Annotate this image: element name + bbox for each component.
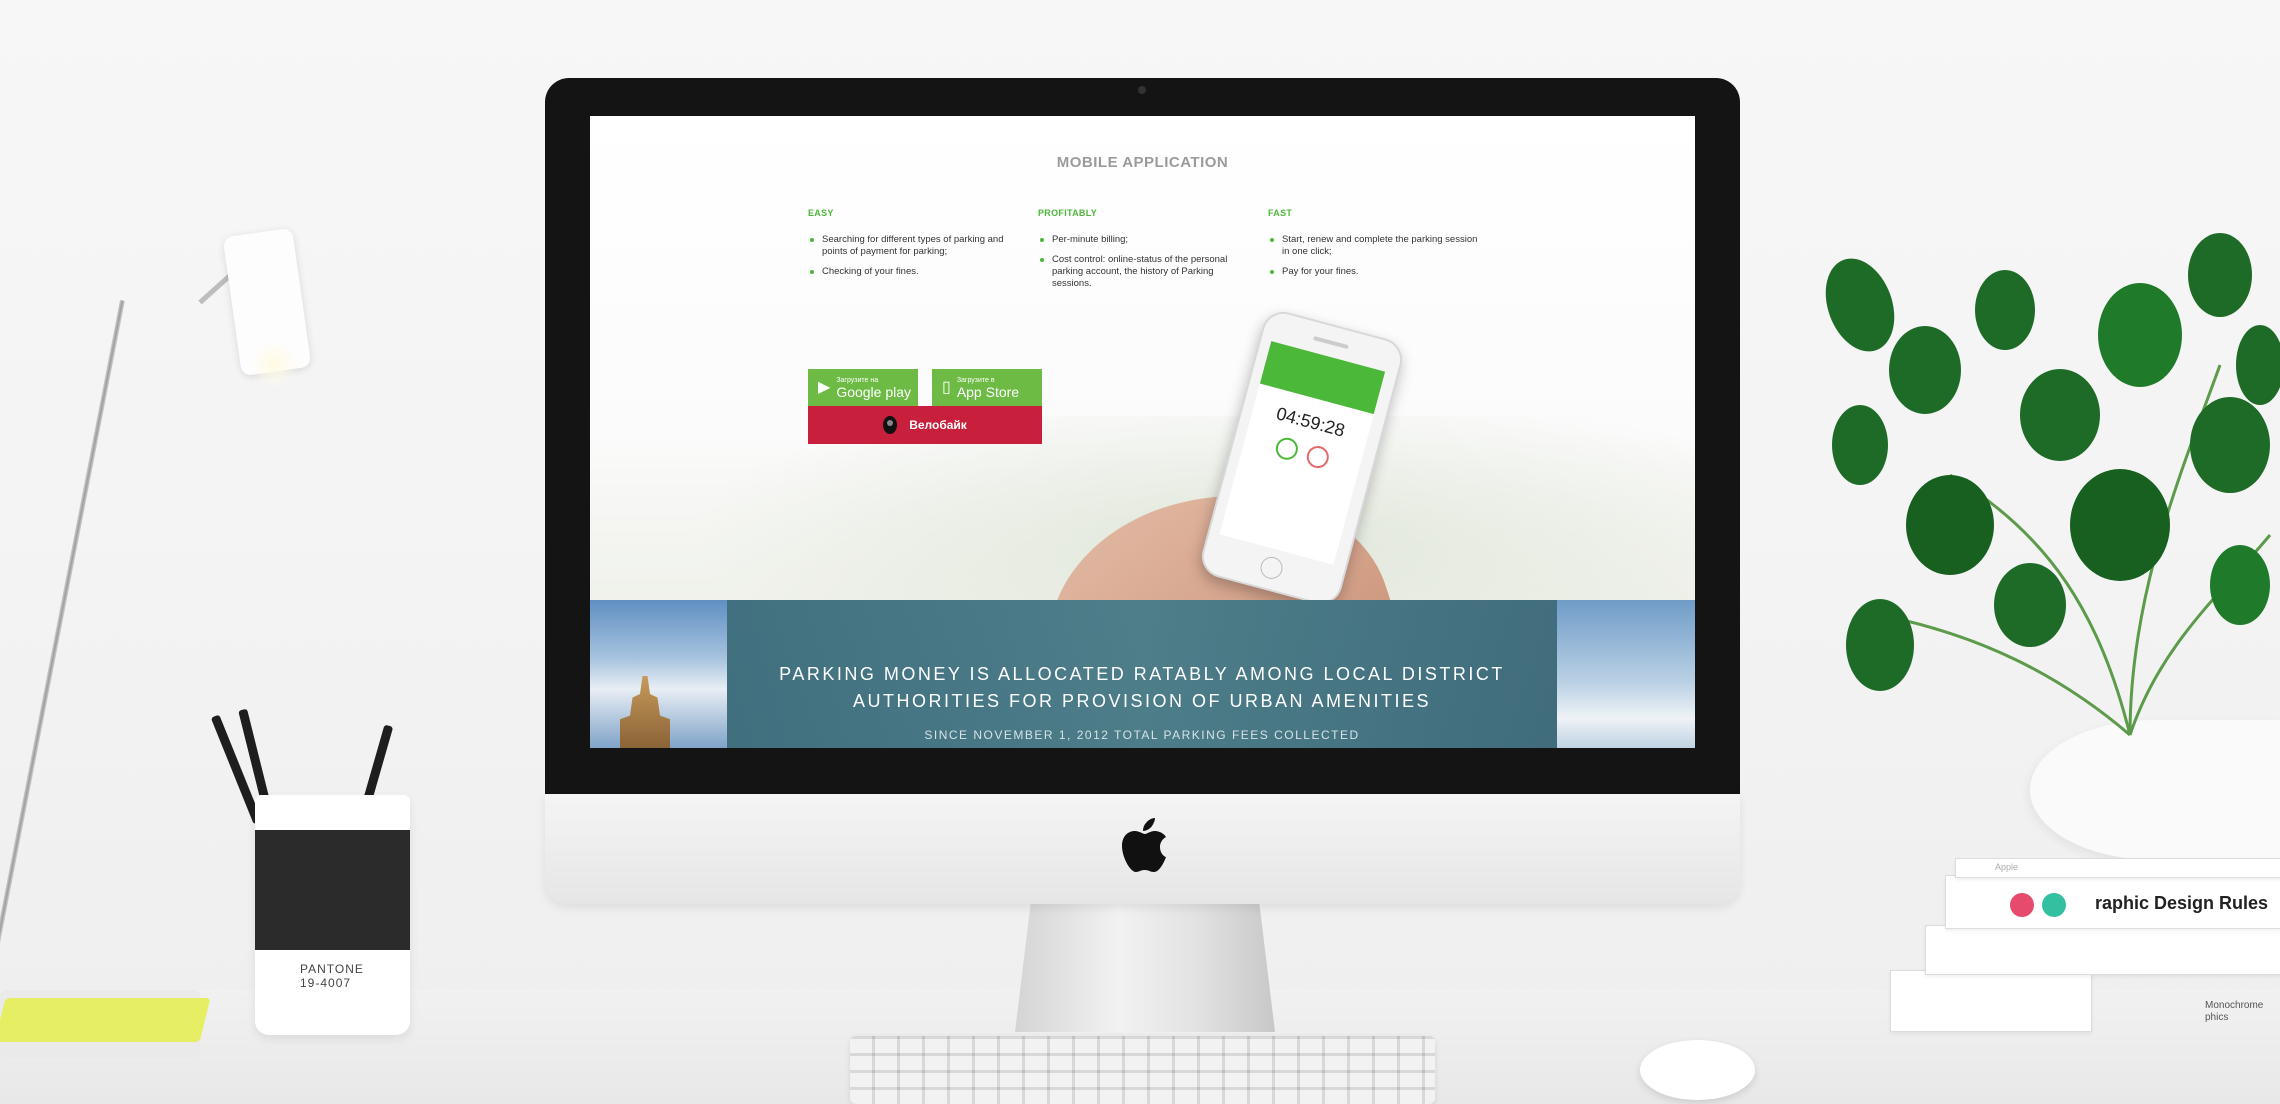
potted-plant (1825, 233, 2280, 737)
banner-subtitle: SINCE NOVEMBER 1, 2012 TOTAL PARKING FEE… (924, 728, 1360, 742)
app-store-icon: ▯ (942, 379, 951, 396)
stop-button-icon (1304, 443, 1332, 471)
imac-stand (1015, 904, 1275, 1032)
column-heading: FAST (1268, 208, 1293, 218)
camera-icon (1138, 86, 1146, 94)
lamp-light (250, 340, 298, 388)
section-title: MOBILE APPLICATION (1056, 154, 1229, 171)
renew-button-icon (1273, 435, 1301, 463)
velobike-button[interactable]: Велобайк (808, 406, 1042, 444)
banner-title-line: AUTHORITIES FOR PROVISION OF URBAN AMENI… (852, 691, 1432, 711)
cup-brand: PANTONE (300, 962, 364, 976)
lamp-pole (0, 300, 125, 989)
app-store-button[interactable]: ▯ Загрузите в App Store (932, 369, 1042, 407)
apple-logo-icon (1120, 818, 1170, 884)
app-store-label: App Store (956, 383, 1020, 400)
feature-item: Searching for different types of parking… (808, 234, 1018, 258)
velobike-label: Велобайк (909, 418, 967, 432)
book-subtitle: Monochrome phics (2205, 1000, 2264, 1023)
mouse (1640, 1040, 1755, 1100)
velobike-pin-icon (883, 416, 898, 434)
feature-item: Pay for your fines. (1268, 266, 1478, 278)
sky-photo-right (1557, 600, 1695, 748)
book-spine-label: Apple (1995, 862, 2019, 872)
book-cover-circle (2010, 893, 2034, 917)
banner-title-line: PARKING MONEY IS ALLOCATED RATABLY AMONG… (779, 664, 1505, 684)
website-screen: MOBILE APPLICATION EASY Searching for di… (590, 116, 1695, 748)
feature-column-fast: FAST Start, renew and complete the parki… (1268, 208, 1478, 286)
book-title: raphic Design Rules (2095, 893, 2269, 913)
book (1890, 970, 2092, 1032)
phone-speaker (1312, 335, 1349, 350)
book-cover-circle (2042, 893, 2066, 917)
feature-column-profitably: PROFITABLY Per-minute billing; Cost cont… (1038, 208, 1248, 298)
feature-list: Per-minute billing; Cost control: online… (1038, 234, 1248, 290)
feature-item: Start, renew and complete the parking se… (1268, 234, 1478, 258)
feature-item: Per-minute billing; (1038, 234, 1248, 246)
column-heading: PROFITABLY (1038, 208, 1098, 218)
banner-title: PARKING MONEY IS ALLOCATED RATABLY AMONG… (727, 661, 1557, 715)
book (1925, 925, 2280, 975)
feature-list: Searching for different types of parking… (808, 234, 1018, 278)
cup-band (255, 830, 410, 950)
yellow-tray (0, 998, 211, 1042)
google-play-icon: ▶ (818, 379, 831, 396)
feature-column-easy: EASY Searching for different types of pa… (808, 208, 1018, 286)
feature-item: Cost control: online-status of the perso… (1038, 254, 1248, 290)
cup-code: 19-4007 (300, 976, 352, 990)
phone-home-button (1258, 554, 1286, 582)
keyboard (850, 1036, 1435, 1104)
google-play-button[interactable]: ▶ Загрузите на Google play (808, 369, 918, 407)
feature-item: Checking of your fines. (808, 266, 1018, 278)
feature-list: Start, renew and complete the parking se… (1268, 234, 1478, 278)
cup-label: PANTONE 19-4007 (300, 962, 364, 990)
google-play-label: Google play (836, 383, 912, 400)
column-heading: EASY (808, 208, 834, 218)
